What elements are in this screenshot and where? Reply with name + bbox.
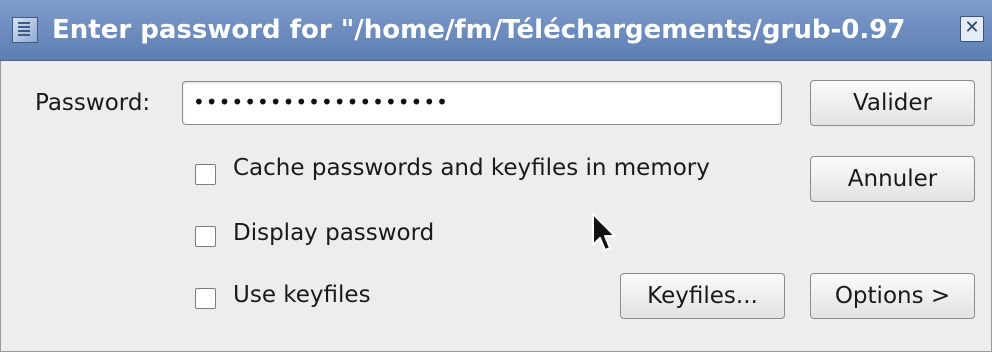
cancel-button[interactable]: Annuler: [810, 156, 975, 202]
window-title: Enter password for "/home/fm/Téléchargem…: [52, 15, 906, 45]
cache-passwords-label[interactable]: Cache passwords and keyfiles in memory: [233, 153, 710, 183]
close-button[interactable]: ✕: [960, 16, 984, 42]
keyfiles-button[interactable]: Keyfiles...: [620, 273, 785, 319]
close-icon: ✕: [964, 17, 980, 38]
cache-passwords-checkbox[interactable]: [195, 164, 216, 185]
options-button[interactable]: Options >: [810, 273, 975, 319]
use-keyfiles-label[interactable]: Use keyfiles: [233, 280, 371, 310]
display-password-label[interactable]: Display password: [233, 218, 434, 248]
title-bar[interactable]: Enter password for "/home/fm/Téléchargem…: [0, 0, 992, 61]
display-password-checkbox[interactable]: [195, 226, 216, 247]
use-keyfiles-checkbox[interactable]: [195, 288, 216, 309]
password-label: Password:: [35, 90, 151, 116]
mouse-pointer-icon: [592, 213, 616, 251]
app-icon[interactable]: [12, 17, 38, 43]
password-input[interactable]: ••••••••••••••••••••: [182, 81, 782, 125]
validate-button[interactable]: Valider: [810, 80, 975, 126]
